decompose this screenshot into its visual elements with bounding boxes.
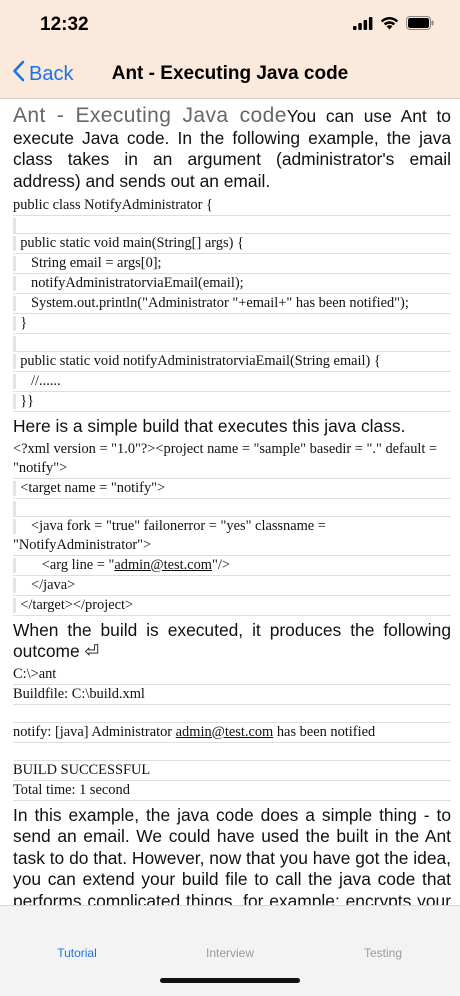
tutorial-content[interactable]: Ant - Executing Java codeYou can use Ant… bbox=[0, 98, 460, 905]
signal-icon bbox=[353, 16, 373, 35]
nav-bar: Back Ant - Executing Java code bbox=[0, 50, 460, 98]
status-time: 12:32 bbox=[40, 14, 89, 35]
code-line: Total time: 1 second bbox=[13, 781, 451, 801]
code-line: //...... bbox=[13, 372, 451, 392]
intro-paragraph: Ant - Executing Java codeYou can use Ant… bbox=[13, 105, 451, 192]
code-line: String email = args[0]; bbox=[13, 254, 451, 274]
code-line: public static void main(String[] args) { bbox=[13, 234, 451, 254]
code-line: </target></project> bbox=[13, 596, 451, 616]
code-line: } bbox=[13, 314, 451, 334]
output-code-block: C:\>ant Buildfile: C:\build.xml notify: … bbox=[13, 665, 451, 801]
code-line: Buildfile: C:\build.xml bbox=[13, 685, 451, 705]
outcome-intro: When the build is executed, it produces … bbox=[13, 619, 451, 662]
code-line bbox=[13, 705, 451, 723]
code-line: <arg line = "admin@test.com"/> bbox=[13, 556, 451, 576]
code-line bbox=[13, 499, 451, 517]
code-line: </java> bbox=[13, 576, 451, 596]
tab-testing[interactable]: Testing bbox=[323, 946, 443, 960]
battery-icon bbox=[406, 16, 434, 35]
tab-tutorial[interactable]: Tutorial bbox=[17, 946, 137, 960]
code-line: <java fork = "true" failonerror = "yes" … bbox=[13, 517, 451, 556]
code-line: System.out.println("Administrator "+emai… bbox=[13, 294, 451, 314]
code-line: <target name = "notify"> bbox=[13, 479, 451, 499]
code-line bbox=[13, 216, 451, 234]
email-link[interactable]: admin@test.com bbox=[114, 557, 212, 573]
code-line: public static void notifyAdministratorvi… bbox=[13, 352, 451, 372]
wifi-icon bbox=[380, 16, 399, 35]
code-line: BUILD SUCCESSFUL bbox=[13, 761, 451, 781]
code-line: }} bbox=[13, 392, 451, 412]
section-heading: Ant - Executing Java code bbox=[13, 104, 287, 127]
xml-code-block: <?xml version = "1.0"?><project name = "… bbox=[13, 440, 451, 616]
home-indicator bbox=[160, 978, 300, 983]
code-line bbox=[13, 743, 451, 761]
page-title: Ant - Executing Java code bbox=[111, 63, 349, 84]
code-line: public class NotifyAdministrator { bbox=[13, 196, 451, 216]
code-line bbox=[13, 334, 451, 352]
java-code-block: public class NotifyAdministrator { publi… bbox=[13, 196, 451, 412]
code-line: <?xml version = "1.0"?><project name = "… bbox=[13, 440, 451, 479]
status-bar: 12:32 bbox=[0, 0, 460, 50]
tab-interview[interactable]: Interview bbox=[170, 946, 290, 960]
code-line: C:\>ant bbox=[13, 665, 451, 685]
code-line: notifyAdministratorviaEmail(email); bbox=[13, 274, 451, 294]
email-link[interactable]: admin@test.com bbox=[176, 724, 274, 740]
closing-paragraph: In this example, the java code does a si… bbox=[13, 804, 451, 906]
code-line: notify: [java] Administrator admin@test.… bbox=[13, 723, 451, 743]
build-intro: Here is a simple build that executes thi… bbox=[13, 416, 406, 436]
status-icons bbox=[353, 16, 434, 35]
